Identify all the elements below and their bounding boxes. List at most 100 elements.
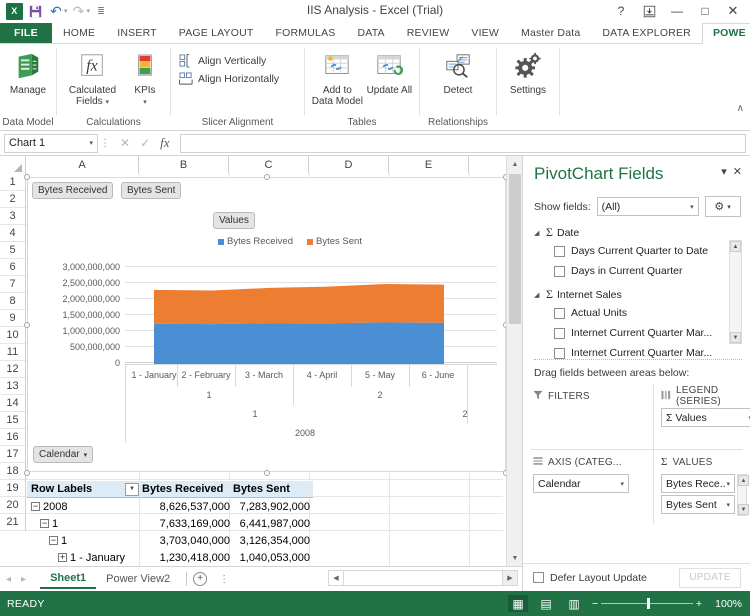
new-sheet-button[interactable]: + — [193, 572, 207, 586]
pivot-header-bytes-sent[interactable]: Bytes Sent — [233, 481, 313, 498]
pivot-row-label-2[interactable]: − 1 — [27, 532, 142, 549]
tab-master-data[interactable]: Master Data — [510, 24, 591, 43]
column-header-b[interactable]: B — [139, 156, 229, 174]
chart-handle-n[interactable] — [264, 174, 270, 180]
field-list-scroll-down-button[interactable]: ▼ — [730, 332, 741, 343]
chart-field-button-calendar[interactable]: Calendar ▾ — [33, 446, 93, 463]
row-header-18[interactable]: 18 — [0, 463, 26, 480]
zoom-slider-thumb[interactable] — [647, 598, 650, 609]
row-header-3[interactable]: 3 — [0, 208, 26, 225]
pane-close-icon[interactable]: ✕ — [733, 165, 742, 178]
pivot-row-label-3[interactable]: + 1 - January — [27, 549, 142, 566]
zoom-in-button[interactable]: + — [696, 598, 702, 610]
expand-toggle-0[interactable]: − — [31, 502, 40, 511]
area-chip-bytes-received[interactable]: Bytes Rece... ▾ — [661, 474, 735, 493]
close-button[interactable]: ✕ — [720, 2, 746, 20]
area-filters[interactable]: FILTERS — [533, 388, 649, 404]
field-list-scroll-up-button[interactable]: ▲ — [730, 241, 741, 252]
scroll-up-button[interactable]: ▲ — [507, 156, 523, 172]
row-header-9[interactable]: 9 — [0, 310, 26, 327]
name-box[interactable]: Chart 1 ▾ — [4, 134, 98, 153]
settings-button[interactable]: Settings — [503, 48, 553, 96]
area-values[interactable]: Σ VALUES Bytes Rece... ▾ Bytes Sent ▾ — [661, 454, 747, 516]
row-header-11[interactable]: 11 — [0, 344, 26, 361]
grid-horizontal-scrollbar[interactable]: ◀ ▶ — [328, 570, 518, 586]
calendar-caret-icon[interactable]: ▾ — [84, 451, 88, 459]
expand-toggle-1[interactable]: − — [40, 519, 49, 528]
tab-file[interactable]: FILE — [0, 23, 52, 43]
tab-data[interactable]: DATA — [346, 24, 395, 43]
page-layout-view-button[interactable]: ▤ — [536, 595, 556, 612]
hscroll-track[interactable] — [344, 570, 502, 586]
sheet-nav-prev-icon[interactable]: ◂ — [6, 574, 11, 585]
field-item-days-current-quarter-to-date[interactable]: Days Current Quarter to Date — [534, 241, 742, 261]
tab-formulas[interactable]: FORMULAS — [265, 24, 347, 43]
row-header-1[interactable]: 1 — [0, 174, 26, 191]
kpis-button[interactable]: KPIs▾ — [126, 48, 164, 107]
expand-toggle-2[interactable]: − — [49, 536, 58, 545]
field-item-days-in-current-quarter[interactable]: Days in Current Quarter — [534, 261, 742, 281]
chart-handle-nw[interactable] — [24, 174, 30, 180]
field-checkbox-days-current-quarter-to-date[interactable] — [554, 246, 565, 257]
manage-button[interactable]: Manage — [6, 48, 50, 96]
area-chip-bytes-sent-caret-icon[interactable]: ▾ — [726, 501, 730, 509]
tab-data-explorer[interactable]: DATA EXPLORER — [591, 24, 702, 43]
normal-view-button[interactable]: ▦ — [508, 595, 528, 612]
field-group-internet-sales[interactable]: ◢ Σ Internet Sales — [534, 286, 742, 303]
row-header-17[interactable]: 17 — [0, 446, 26, 463]
zoom-slider-track[interactable] — [601, 603, 693, 604]
chart-handle-sw[interactable] — [24, 470, 30, 476]
field-group-internet-sales-expander-icon[interactable]: ◢ — [534, 291, 542, 299]
area-chip-bytes-sent[interactable]: Bytes Sent ▾ — [661, 495, 735, 514]
field-item-internet-current-quarter-margin[interactable]: Internet Current Quarter Mar... — [534, 323, 742, 343]
enter-icon[interactable]: ✓ — [140, 136, 150, 150]
page-break-preview-button[interactable]: ▥ — [564, 595, 584, 612]
tab-page-layout[interactable]: PAGE LAYOUT — [168, 24, 265, 43]
row-header-2[interactable]: 2 — [0, 191, 26, 208]
values-scroll-up-button[interactable]: ▲ — [738, 475, 749, 486]
row-header-5[interactable]: 5 — [0, 242, 26, 259]
column-header-e[interactable]: E — [389, 156, 469, 174]
row-header-16[interactable]: 16 — [0, 429, 26, 446]
legend-item-bytes-received[interactable]: Bytes Received — [218, 236, 293, 247]
chart-handle-w[interactable] — [24, 322, 30, 328]
detect-button[interactable]: Detect — [430, 48, 486, 96]
show-fields-select[interactable]: (All) ▾ — [597, 197, 699, 216]
formula-bar-expand-handle[interactable]: ⋮ — [98, 138, 112, 149]
expand-toggle-3[interactable]: + — [58, 553, 67, 562]
maximize-button[interactable]: □ — [692, 2, 718, 20]
select-all-corner[interactable] — [0, 156, 26, 174]
tab-powerpivot[interactable]: POWE — [702, 23, 750, 44]
area-chip-values[interactable]: Σ Values ▾ — [661, 408, 750, 427]
column-header-d[interactable]: D — [309, 156, 389, 174]
tab-review[interactable]: REVIEW — [396, 24, 461, 43]
field-checkbox-actual-units[interactable] — [554, 308, 565, 319]
formula-input[interactable] — [180, 134, 746, 153]
row-header-14[interactable]: 14 — [0, 395, 26, 412]
scroll-down-button[interactable]: ▼ — [507, 550, 523, 566]
update-all-button[interactable]: Update All — [366, 48, 413, 96]
field-list[interactable]: ◢ Σ Date Days Current Quarter to Date Da… — [534, 224, 742, 355]
sheet-tab-sheet1[interactable]: Sheet1 — [40, 569, 96, 589]
name-box-caret-icon[interactable]: ▾ — [89, 139, 93, 147]
cancel-icon[interactable]: ✕ — [120, 136, 130, 150]
grid-vertical-scrollbar[interactable]: ▲ ▼ — [506, 156, 522, 566]
row-header-19[interactable]: 19 — [0, 480, 26, 497]
values-scroll-down-button[interactable]: ▼ — [738, 504, 749, 515]
area-chip-calendar-caret-icon[interactable]: ▾ — [620, 480, 624, 488]
align-horizontally-button[interactable]: Align Horizontally — [179, 70, 279, 88]
align-vertically-button[interactable]: Align Vertically — [179, 52, 266, 70]
chart-field-button-bytes-sent[interactable]: Bytes Sent — [121, 182, 181, 199]
row-header-6[interactable]: 6 — [0, 259, 26, 276]
pivot-chart-object[interactable]: Bytes Received Bytes Sent Values Bytes R… — [27, 177, 506, 472]
chart-field-button-bytes-received[interactable]: Bytes Received — [32, 182, 113, 199]
pivot-header-bytes-received[interactable]: Bytes Received — [142, 481, 233, 498]
area-chip-calendar[interactable]: Calendar ▾ — [533, 474, 629, 493]
minimize-button[interactable]: — — [664, 2, 690, 20]
row-header-12[interactable]: 12 — [0, 361, 26, 378]
hscroll-right-button[interactable]: ▶ — [502, 570, 518, 586]
row-header-7[interactable]: 7 — [0, 276, 26, 293]
area-axis[interactable]: AXIS (CATEG... Calendar ▾ — [533, 454, 649, 493]
row-labels-filter-button[interactable]: ▼ — [125, 483, 139, 496]
row-header-10[interactable]: 10 — [0, 327, 26, 344]
